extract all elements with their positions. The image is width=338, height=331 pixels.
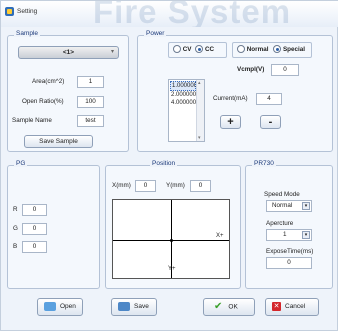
save-icon [118,301,130,311]
title-watermark: Fire System [93,1,292,27]
sample-selector-value: <1> [62,49,75,56]
open-button[interactable]: Open [37,298,83,316]
aperture-select[interactable]: 1 ▾ [266,229,312,241]
area-label: Area(cm^2) [32,78,65,85]
chevron-down-icon[interactable]: ▾ [302,202,310,210]
list-scrollbar[interactable]: ▴ ▾ [196,80,204,141]
cv-radio[interactable] [173,45,181,54]
save-sample-button[interactable]: Save Sample [24,135,93,148]
save-button-label: Save [134,303,149,310]
close-icon: ✕ [272,301,281,311]
b-field[interactable]: 0 [22,241,47,253]
y-mm-label: Y(mm) [166,182,185,189]
sample-legend: Sample [14,30,41,37]
check-icon: ✔ [214,301,223,312]
position-canvas[interactable]: X+ Y+ [112,199,230,279]
plus-button[interactable]: + [220,115,241,129]
x-mm-field[interactable]: 0 [135,180,156,192]
chevron-down-icon: ▾ [110,49,114,55]
x-mm-label: X(mm) [112,182,131,189]
open-button-label: Open [60,303,76,310]
special-radio[interactable] [273,45,282,54]
g-field[interactable]: 0 [22,223,47,235]
current-list[interactable]: 1.000000 2.000000 4.000000 ▴ ▾ [168,79,205,142]
position-marker [170,239,173,242]
sample-group: Sample <1> ▾ Area(cm^2) 1 Open Ratio(%) … [7,30,129,152]
app-icon [5,7,14,16]
cc-label: CC [205,46,215,53]
mode-box: Normal Special [232,42,312,58]
list-item[interactable]: 2.000000 [169,91,196,99]
exposure-field[interactable]: 0 [266,257,312,269]
minus-button[interactable]: - [260,115,281,129]
g-label: G [13,225,18,232]
save-button[interactable]: Save [111,298,157,316]
exposure-label: ExposeTime(ms) [266,248,314,255]
sample-name-label: Sample Name [12,117,52,124]
speed-mode-value: Normal [272,202,293,209]
list-item[interactable]: 4.000000 [169,99,196,107]
pg-group: PG R 0 G 0 B 0 [7,160,100,289]
cv-cc-box: CV CC [168,42,227,58]
sample-selector[interactable]: <1> ▾ [18,46,119,59]
position-legend: Position [150,160,178,167]
speed-mode-label: Speed Mode [264,191,300,198]
list-item[interactable]: 1.000000 [170,81,197,91]
window-title: Setting [17,8,38,15]
aperture-label: Apercture [266,220,294,227]
r-field[interactable]: 0 [22,204,47,216]
position-group: Position X(mm) 0 Y(mm) 0 X+ Y+ [105,160,241,289]
pr730-legend: PR730 [252,160,276,167]
r-label: R [13,206,18,213]
vcmpl-label: Vcmpl(V) [237,66,265,73]
current-field[interactable]: 4 [256,93,282,105]
y-axis-label: Y+ [168,266,176,272]
pr730-group: PR730 Speed Mode Normal ▾ Apercture 1 ▾ … [245,160,333,289]
y-mm-field[interactable]: 0 [190,180,211,192]
special-label: Special [282,46,306,53]
cancel-button-label: Cancel [285,303,306,310]
current-label: Current(mA) [213,95,248,102]
vcmpl-field[interactable]: 0 [271,64,299,76]
pg-legend: PG [14,160,28,167]
b-label: B [13,243,18,250]
ok-button-label: OK [228,303,238,311]
cv-label: CV [182,46,192,53]
settings-window: Setting Fire System Sample <1> ▾ Area(cm… [0,0,338,331]
title-bar: Setting Fire System [1,1,338,27]
sample-name-field[interactable]: test [77,115,104,127]
cancel-button[interactable]: ✕ Cancel [265,298,319,316]
folder-icon [44,301,56,311]
power-group: Power CV CC Normal Special Vcmpl(V) 0 1.… [137,30,333,152]
power-legend: Power [144,30,167,37]
chevron-down-icon[interactable]: ▾ [302,231,310,239]
x-axis-label: X+ [216,233,224,239]
scroll-up-icon[interactable]: ▴ [198,80,201,86]
scroll-down-icon[interactable]: ▾ [198,135,201,141]
open-ratio-field[interactable]: 100 [77,96,104,108]
ok-button[interactable]: ✔ OK [203,298,255,316]
normal-radio[interactable] [237,45,245,54]
speed-mode-select[interactable]: Normal ▾ [266,200,312,212]
area-field[interactable]: 1 [77,76,104,88]
open-ratio-label: Open Ratio(%) [22,98,64,105]
aperture-value: 1 [283,231,287,238]
cc-radio[interactable] [195,45,204,54]
normal-label: Normal [246,46,269,53]
